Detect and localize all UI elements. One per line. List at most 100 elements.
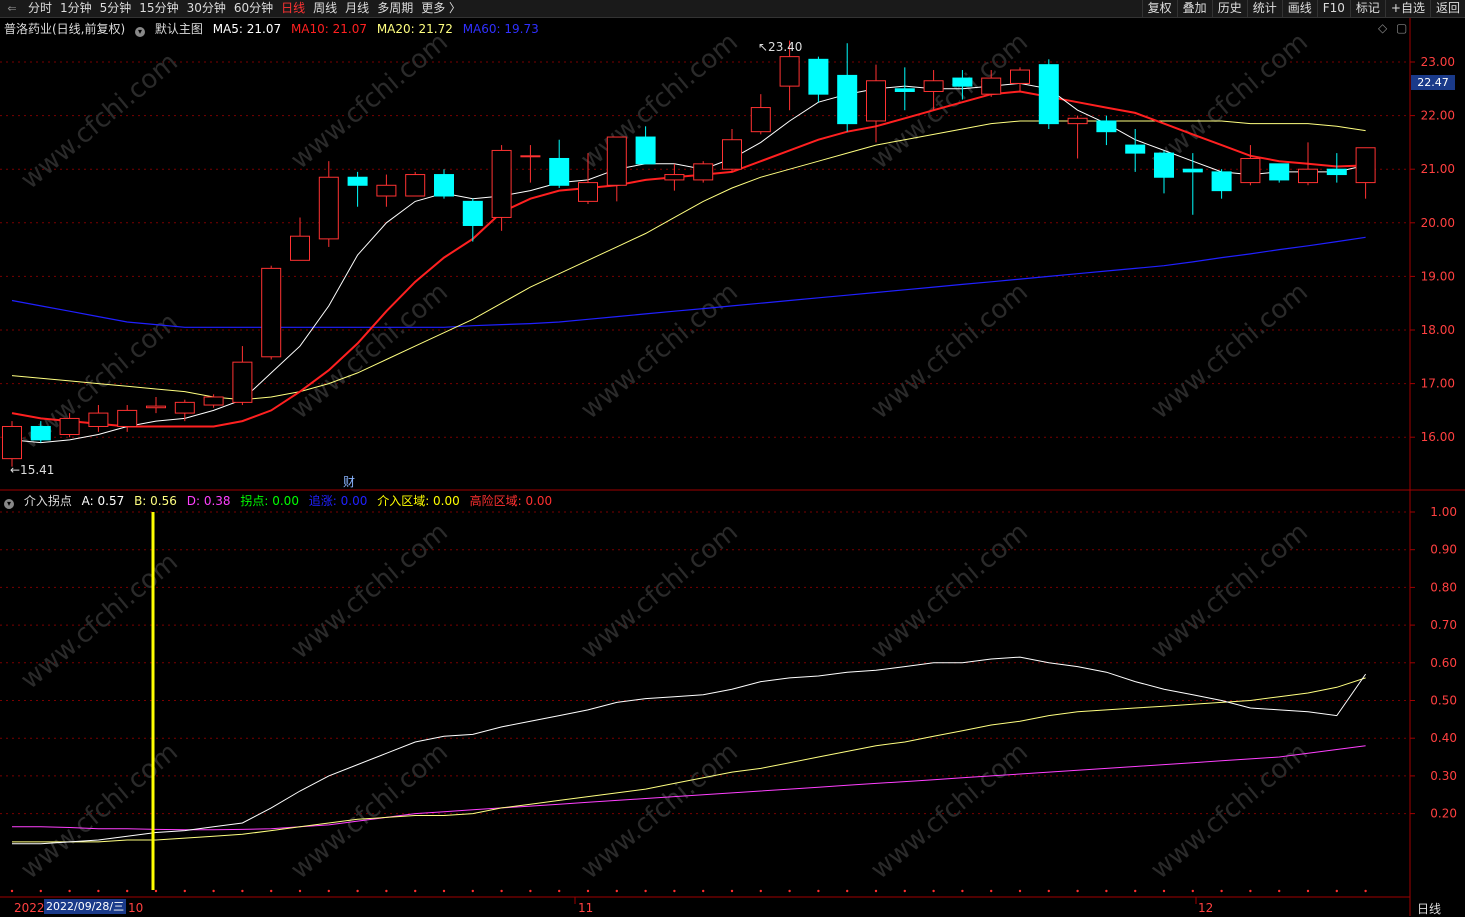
- candle-body: [462, 200, 483, 226]
- signal-dot: [1306, 889, 1310, 893]
- signal-dot: [1162, 889, 1166, 893]
- signal-dot: [1364, 889, 1367, 893]
- zoom-icon: ▢: [1396, 21, 1407, 35]
- signal-dot: [730, 889, 734, 893]
- candle-body: [376, 184, 397, 197]
- date-month-10: 10: [128, 901, 143, 915]
- candle-body: [1355, 147, 1376, 184]
- signal-dot: [126, 889, 129, 893]
- signal-dot: [932, 889, 935, 893]
- signal-dot: [558, 889, 561, 893]
- watermark-text: www.cfchi.com: [15, 47, 184, 195]
- low-annotation: ←15.41: [10, 463, 54, 477]
- watermark-text: www.cfchi.com: [575, 737, 744, 885]
- candle-body: [520, 155, 541, 158]
- signal-dot: [1105, 889, 1108, 893]
- candle-body: [290, 235, 310, 261]
- watermark-text: www.cfchi.com: [865, 27, 1034, 175]
- signal-dot: [68, 889, 71, 893]
- candle-body: [59, 417, 80, 436]
- cursor-date: 2022/09/28/三: [44, 899, 127, 914]
- signal-dot: [1335, 889, 1339, 893]
- signal-dot: [529, 889, 532, 893]
- diamond-icon: ◇: [1378, 21, 1388, 35]
- watermark-text: www.cfchi.com: [865, 737, 1034, 885]
- price-tick-label: 17.00: [1421, 377, 1455, 391]
- signal-dot: [1076, 889, 1079, 893]
- signal-dot: [1278, 889, 1281, 893]
- signal-dot: [442, 889, 446, 893]
- signal-dot: [327, 889, 330, 893]
- signal-dot: [241, 889, 244, 893]
- candle-body: [1154, 152, 1174, 178]
- candle-body: [722, 139, 742, 170]
- signal-dot: [356, 889, 359, 893]
- signal-dot: [846, 889, 849, 893]
- b-line: [12, 677, 1366, 843]
- watermark-text: www.cfchi.com: [575, 277, 744, 425]
- candle-body: [261, 267, 282, 358]
- signal-dot: [1220, 889, 1223, 893]
- kline-chart[interactable]: 23.00 22.00 21.00 20.00 19.00 18.00 17.00 16.00…: [0, 0, 1465, 916]
- watermark-text: www.cfchi.com: [1145, 517, 1314, 665]
- sub-tick-label: 0.70: [1430, 618, 1457, 632]
- watermark-text: www.cfchi.com: [865, 517, 1034, 665]
- price-tick-label: 22.00: [1421, 109, 1455, 123]
- date-month-11: 11: [578, 901, 593, 915]
- signal-dot: [154, 889, 158, 893]
- sub-tick-label: 1.00: [1430, 505, 1457, 519]
- candle-body: [232, 361, 253, 403]
- candle-body: [664, 174, 685, 181]
- candle-body: [750, 107, 771, 133]
- sub-tick-label: 0.40: [1430, 731, 1457, 745]
- candle-body: [491, 149, 512, 218]
- signal-dot: [615, 889, 618, 893]
- candle-body: [1269, 163, 1290, 181]
- watermark-text: www.cfchi.com: [575, 517, 744, 665]
- watermark-text: www.cfchi.com: [285, 737, 454, 885]
- date-start: 2022: [14, 901, 45, 915]
- finance-marker: 财: [343, 475, 355, 489]
- candle-body: [146, 405, 166, 409]
- watermark-text: www.cfchi.com: [15, 737, 184, 885]
- candle-body: [1326, 168, 1347, 176]
- candle-body: [923, 80, 944, 92]
- signal-dot: [759, 889, 762, 893]
- candle-body: [779, 56, 800, 87]
- current-price-tag: 22.47: [1411, 75, 1455, 90]
- signal-dot: [1134, 889, 1137, 893]
- candle-body: [1298, 168, 1318, 184]
- signal-dot: [961, 889, 964, 893]
- signal-dot: [586, 889, 590, 893]
- candle-body: [2, 425, 22, 460]
- candle-body: [1010, 69, 1030, 84]
- candle-body: [88, 412, 109, 427]
- candle-body: [174, 401, 195, 414]
- price-tick-label: 16.00: [1421, 430, 1455, 444]
- candle-body: [203, 396, 224, 406]
- price-tick-label: 18.00: [1421, 323, 1455, 337]
- signal-dot: [990, 889, 993, 893]
- candle-body: [1038, 64, 1059, 125]
- signal-dot: [644, 889, 647, 893]
- price-tick-label: 20.00: [1421, 216, 1455, 230]
- candle-body: [347, 176, 368, 186]
- candle-body: [894, 88, 915, 92]
- period-label[interactable]: 日线: [1417, 900, 1441, 917]
- signal-dot: [414, 889, 417, 893]
- candle-body: [952, 77, 973, 87]
- a-line: [12, 656, 1367, 845]
- candle-body: [1096, 120, 1117, 133]
- candle-body: [1182, 168, 1203, 173]
- candle-body: [549, 157, 570, 186]
- signal-dot: [1249, 889, 1252, 893]
- watermark-text: www.cfchi.com: [865, 277, 1034, 425]
- signal-dot: [10, 889, 14, 893]
- candle-body: [30, 425, 51, 441]
- candle-body: [837, 74, 858, 125]
- sub-tick-label: 0.90: [1430, 543, 1457, 557]
- signal-dot: [97, 889, 100, 893]
- candle-body: [1211, 171, 1232, 192]
- candle-body: [981, 77, 1002, 95]
- watermark-text: www.cfchi.com: [15, 547, 184, 695]
